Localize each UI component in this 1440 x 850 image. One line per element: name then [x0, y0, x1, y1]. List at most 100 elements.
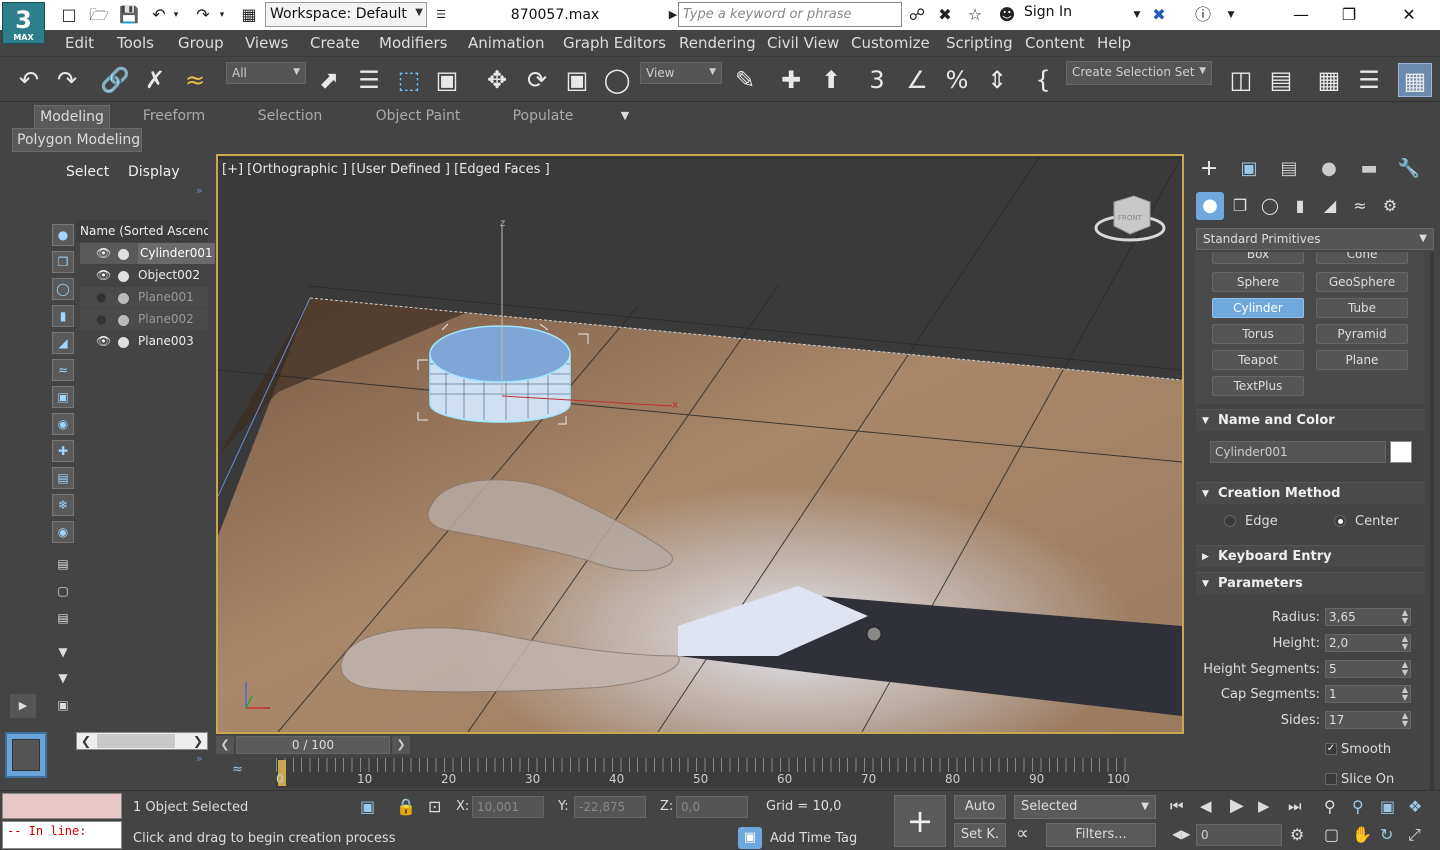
cameras-category-icon[interactable]: ▮: [1288, 194, 1312, 218]
percent-snap-icon[interactable]: %: [940, 63, 974, 97]
display-bones-icon[interactable]: ✚: [52, 440, 74, 462]
close-button[interactable]: ✕: [1386, 0, 1432, 30]
scene-tab-display[interactable]: Display: [128, 164, 180, 180]
display-none-icon[interactable]: ▢: [52, 581, 74, 603]
polygon-modeling-panel[interactable]: Polygon Modeling: [12, 128, 142, 152]
box-button[interactable]: Box: [1212, 252, 1304, 264]
track-bar[interactable]: 0 10 20 30 40 50 60 70 80 90 100: [276, 758, 1130, 788]
display-groups-icon[interactable]: ▣: [52, 386, 74, 408]
set-key-mode-icon[interactable]: +: [894, 795, 946, 847]
redo-dropdown-icon[interactable]: ▾: [216, 4, 228, 26]
display-geometry-icon[interactable]: ●: [52, 224, 74, 246]
layer-icon[interactable]: ▣: [52, 695, 74, 717]
menu-group[interactable]: Group: [178, 34, 224, 52]
display-tab-icon[interactable]: ▬: [1356, 156, 1382, 182]
time-slider[interactable]: 0 / 100: [236, 736, 390, 754]
snap-toggle-icon[interactable]: 3: [860, 63, 894, 97]
tools-icon[interactable]: ✖: [934, 4, 956, 26]
unlink-icon[interactable]: ✗: [138, 63, 172, 97]
torus-button[interactable]: Torus: [1212, 324, 1304, 344]
keyboard-entry-rollout-header[interactable]: ▶ Keyboard Entry: [1196, 545, 1425, 567]
scene-item-plane003[interactable]: 👁 Plane003: [80, 331, 208, 352]
menu-animation[interactable]: Animation: [468, 34, 544, 52]
sphere-button[interactable]: Sphere: [1212, 272, 1304, 292]
pan-icon[interactable]: ✋: [1352, 825, 1372, 844]
sides-spinner[interactable]: 17 ▲ ▼: [1325, 711, 1411, 729]
reference-coordinate-dropdown[interactable]: View ▼: [640, 62, 722, 84]
signin-dropdown-icon[interactable]: ▼: [1126, 4, 1148, 26]
display-lights-icon[interactable]: ◯: [52, 278, 74, 300]
time-next-icon[interactable]: ❯: [392, 736, 410, 754]
menu-tools[interactable]: Tools: [117, 34, 154, 52]
rotate-icon[interactable]: ⟳: [520, 63, 554, 97]
go-to-start-icon[interactable]: ⏮: [1170, 797, 1184, 815]
eye-icon[interactable]: 👁: [96, 243, 111, 264]
mirror-icon[interactable]: ◫: [1224, 63, 1258, 97]
selection-filter-dropdown[interactable]: All ▼: [226, 62, 306, 84]
display-hidden-icon[interactable]: ◉: [52, 521, 74, 543]
edge-radio[interactable]: [1224, 515, 1236, 527]
key-tangent-icon[interactable]: ∝: [1016, 823, 1029, 844]
time-tag-icon[interactable]: ▣: [738, 827, 762, 849]
named-selection-dropdown[interactable]: Create Selection Set ▼: [1066, 61, 1212, 85]
spinner-arrows-icon[interactable]: ▲ ▼: [1402, 635, 1408, 651]
scene-tab-select[interactable]: Select: [66, 164, 109, 180]
object-name-field[interactable]: Cylinder001: [1210, 441, 1386, 463]
plane-button[interactable]: Plane: [1316, 350, 1408, 370]
field-of-view-icon[interactable]: ▢: [1324, 825, 1339, 844]
search-input[interactable]: Type a keyword or phrase: [678, 2, 902, 27]
eye-icon[interactable]: 👁: [96, 265, 111, 286]
key-filter-dropdown[interactable]: Selected ▼: [1014, 795, 1156, 819]
new-file-icon[interactable]: □: [58, 4, 80, 26]
modify-tab-icon[interactable]: ▣: [1236, 156, 1262, 182]
center-radio[interactable]: [1334, 515, 1346, 527]
display-frozen-icon[interactable]: ❄: [52, 494, 74, 516]
redo-icon[interactable]: ↷: [192, 4, 214, 26]
pivot-center-icon[interactable]: ✎: [728, 63, 762, 97]
spinner-arrows-icon[interactable]: ▲ ▼: [1402, 609, 1408, 625]
absolute-mode-icon[interactable]: ⊡: [428, 797, 441, 816]
display-helpers-icon[interactable]: ◢: [52, 332, 74, 354]
menu-civil-view[interactable]: Civil View: [767, 34, 839, 52]
hierarchy-tab-icon[interactable]: ▤: [1276, 156, 1302, 182]
eye-icon[interactable]: 👁: [96, 331, 111, 352]
viewport-layout-icon[interactable]: [5, 732, 47, 778]
scene-item-plane001[interactable]: ● Plane001: [80, 287, 208, 308]
previous-frame-icon[interactable]: ◀: [1200, 797, 1212, 815]
spinner-snap-icon[interactable]: ⇕: [980, 63, 1014, 97]
scene-item-plane002[interactable]: ● Plane002: [80, 309, 208, 330]
orbit-icon[interactable]: ↻: [1380, 825, 1393, 844]
link-icon[interactable]: 🔗: [98, 63, 132, 97]
name-color-rollout-header[interactable]: ▼ Name and Color: [1196, 409, 1425, 431]
scroll-right-icon[interactable]: ❯: [193, 733, 203, 749]
key-filters-button[interactable]: Filters...: [1046, 823, 1156, 847]
y-coordinate-field[interactable]: -22,875: [574, 796, 646, 818]
radius-spinner[interactable]: 3,65 ▲ ▼: [1325, 608, 1411, 626]
help-dropdown-icon[interactable]: ▼: [1220, 4, 1242, 26]
height-segments-spinner[interactable]: 5 ▲ ▼: [1325, 660, 1411, 678]
spinner-arrows-icon[interactable]: ▲ ▼: [1402, 661, 1408, 677]
menu-create[interactable]: Create: [310, 34, 360, 52]
pyramid-button[interactable]: Pyramid: [1316, 324, 1408, 344]
scene-list-header[interactable]: Name (Sorted Ascendi: [76, 220, 208, 242]
lights-category-icon[interactable]: ◯: [1258, 194, 1282, 218]
teapot-button[interactable]: Teapot: [1212, 350, 1304, 370]
maxscript-listener[interactable]: [2, 793, 122, 819]
select-object-icon[interactable]: ⬈: [312, 63, 346, 97]
display-shapes-icon[interactable]: ❐: [52, 251, 74, 273]
display-spacewarps-icon[interactable]: ≈: [52, 359, 74, 381]
ribbon-tab-freeform[interactable]: Freeform: [136, 105, 212, 129]
scale-icon[interactable]: ▣: [560, 63, 594, 97]
z-coordinate-field[interactable]: 0,0: [676, 796, 748, 818]
systems-category-icon[interactable]: ⚙: [1378, 194, 1402, 218]
smooth-checkbox[interactable]: ✓: [1325, 743, 1337, 755]
placement-icon[interactable]: ◯: [600, 63, 634, 97]
maximize-viewport-icon[interactable]: ⤢: [1408, 825, 1421, 845]
manipulate-icon[interactable]: ✚: [774, 63, 808, 97]
scene-horizontal-scrollbar[interactable]: ❮ ❯: [76, 732, 208, 750]
create-tab-icon[interactable]: +: [1196, 156, 1222, 182]
auto-key-button[interactable]: Auto: [954, 795, 1006, 819]
eye-hidden-icon[interactable]: ●: [96, 287, 106, 308]
undo-icon[interactable]: ↶: [148, 4, 170, 26]
utilities-tab-icon[interactable]: 🔧: [1396, 156, 1422, 182]
